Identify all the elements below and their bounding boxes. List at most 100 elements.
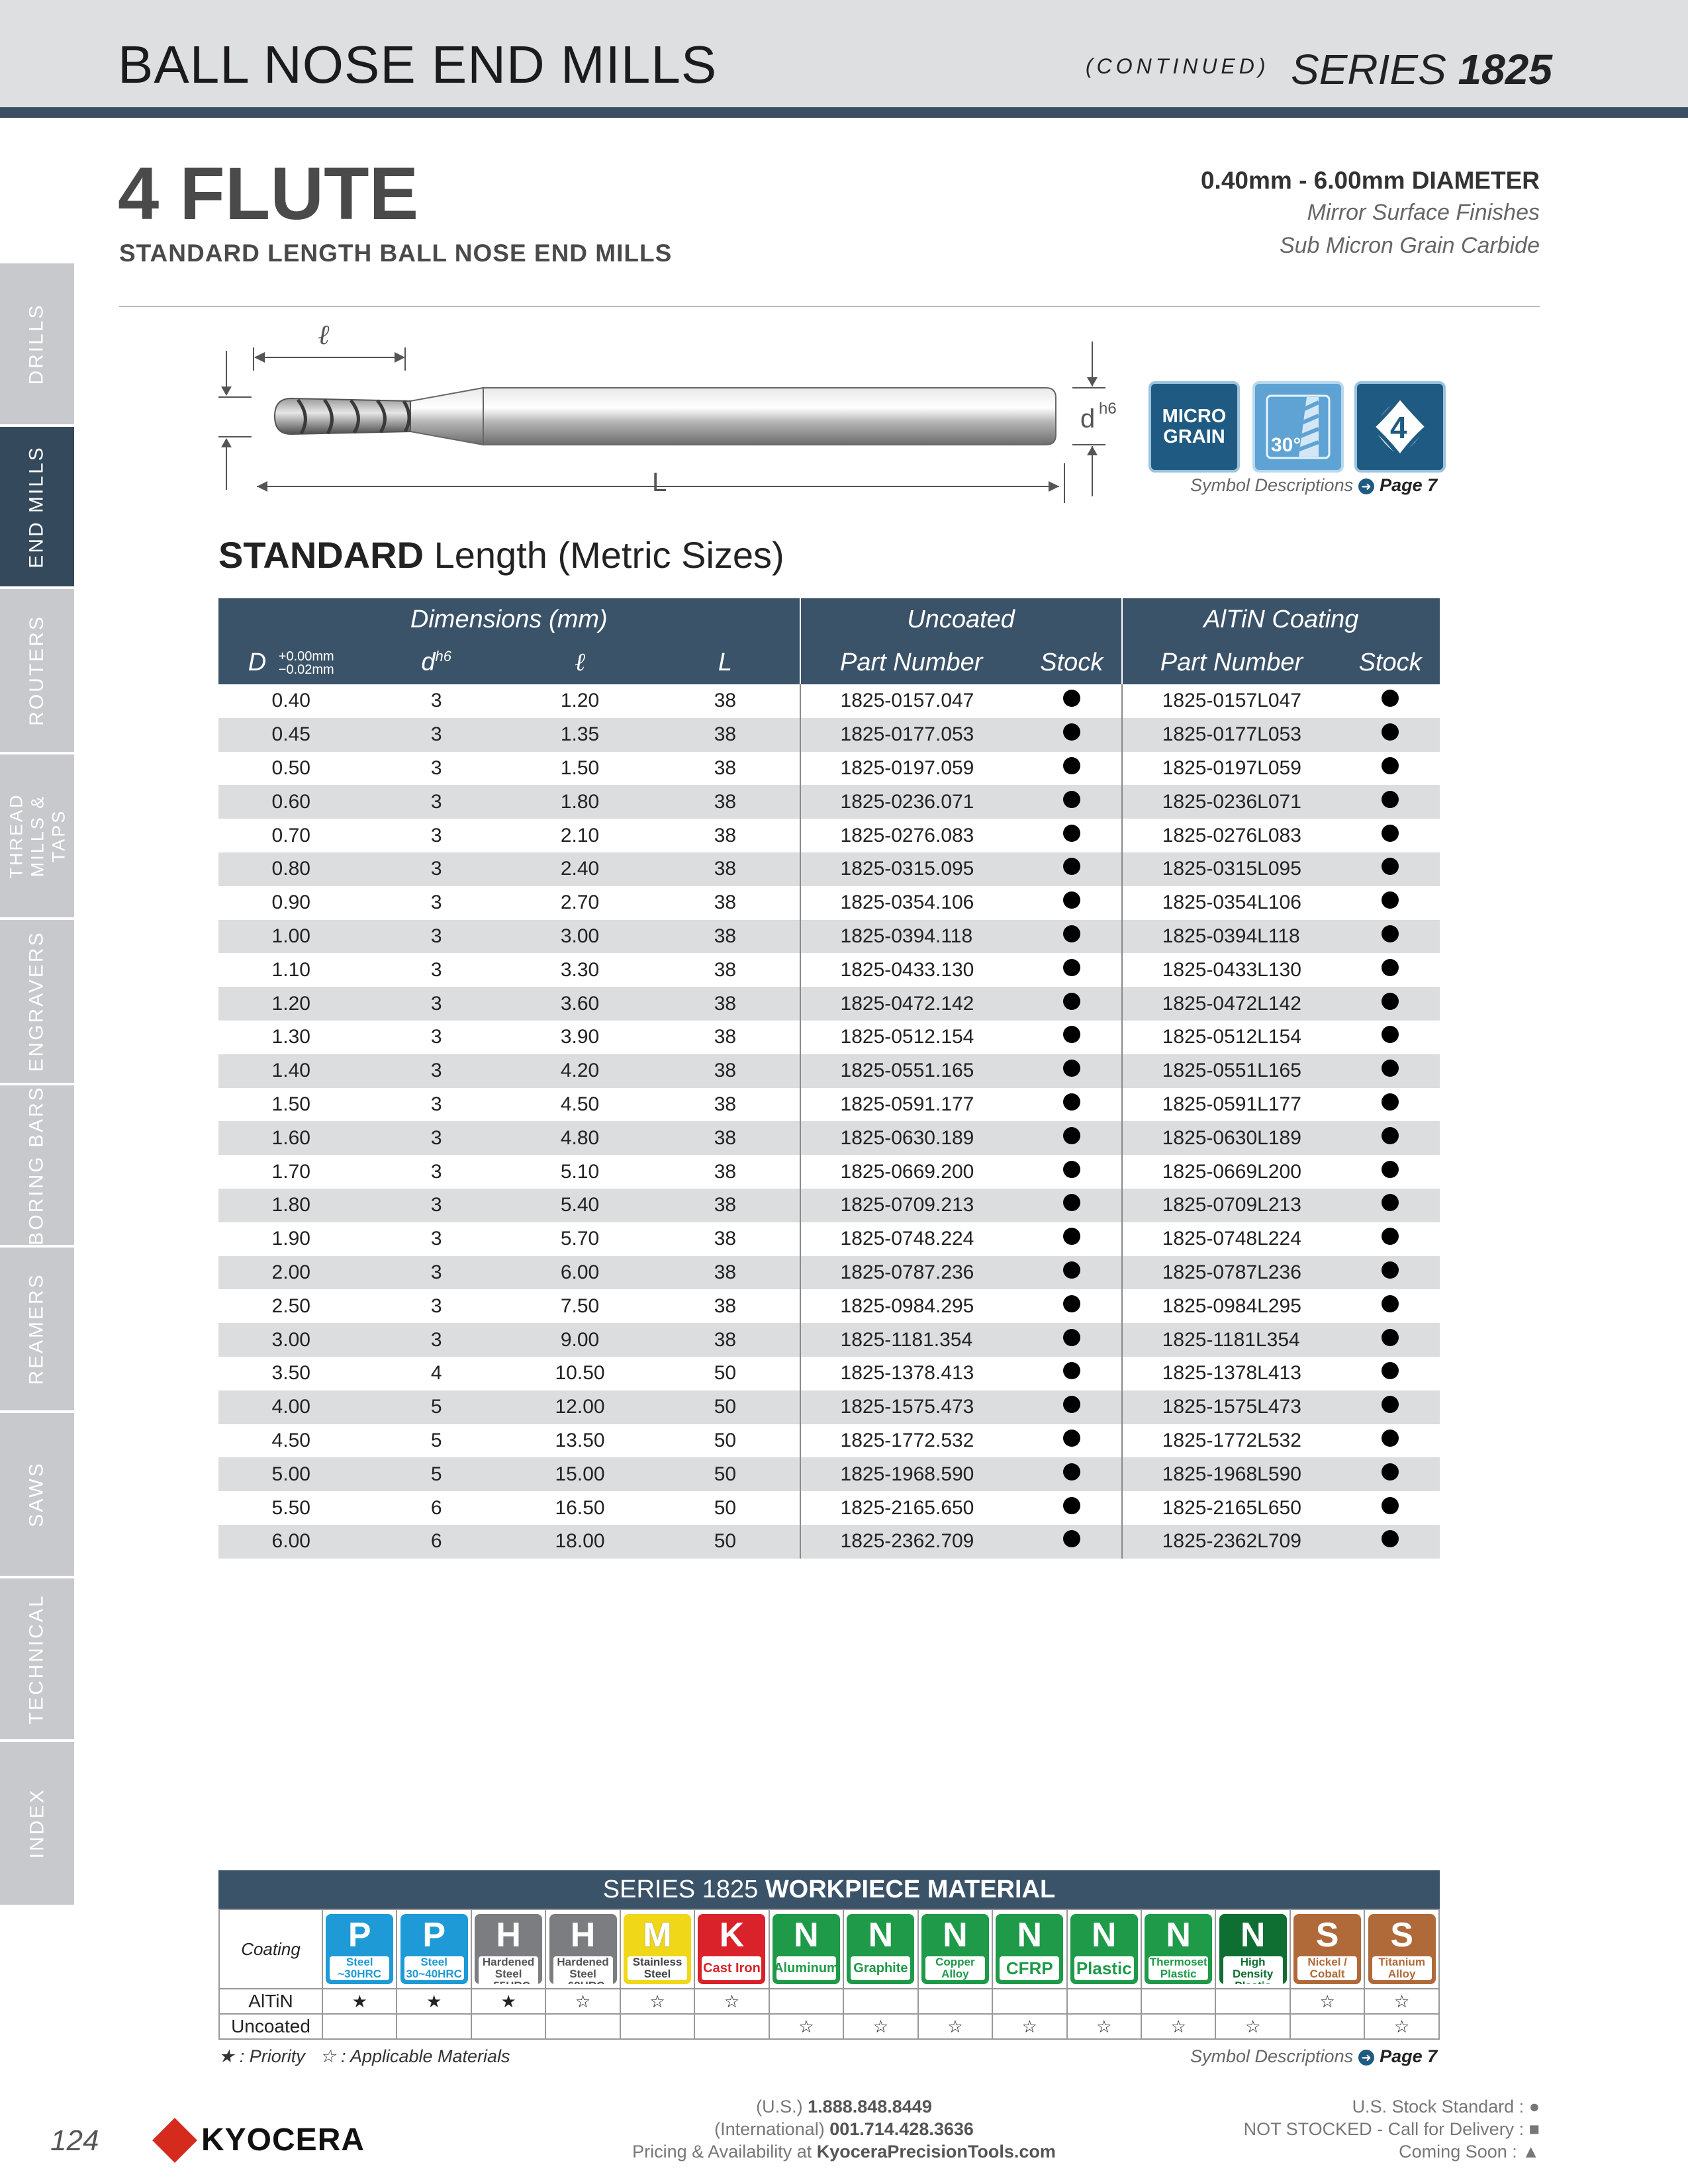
altin-rating xyxy=(992,1988,1068,2015)
cell-part-uncoated: 1825-0748.224 xyxy=(799,1222,1022,1256)
table-row: 0.50 3 1.50 38 1825-0197.059 1825-0197L059 xyxy=(218,751,1440,786)
cell-d: 3 xyxy=(363,819,509,852)
cell-D: 0.70 xyxy=(218,819,364,852)
stock-dot-icon xyxy=(1382,1530,1399,1548)
stock-dot-icon xyxy=(1382,1060,1399,1077)
continued-label: (CONTINUED) xyxy=(1086,54,1270,78)
stock-dot-icon xyxy=(1382,1429,1399,1447)
phone-intl[interactable]: 001.714.428.3636 xyxy=(829,2119,974,2139)
material-letter: H xyxy=(496,1916,521,1954)
uncoated-rating: ☆ xyxy=(1066,2013,1142,2040)
altin-rating xyxy=(1215,1988,1291,2015)
uncoated-rating xyxy=(619,2013,696,2040)
cell-stock-altin xyxy=(1340,1457,1440,1492)
material-legend: ★ : Priority ☆ : Applicable Materials xyxy=(218,2046,510,2066)
stock-dot-icon xyxy=(1382,690,1399,707)
stock-dot-icon xyxy=(1062,1362,1080,1380)
material-cfrp: N CFRP xyxy=(992,1909,1068,1989)
cell-part-altin: 1825-2165L650 xyxy=(1121,1491,1341,1525)
col-header-d: dh6 xyxy=(363,641,509,684)
stock-dot-icon xyxy=(1062,1228,1080,1246)
material-name: Stainless Steel xyxy=(628,1956,688,1980)
table-row: 1.70 3 5.10 38 1825-0669.200 1825-0669L200 xyxy=(218,1155,1440,1189)
cell-stock-uncoated xyxy=(1021,852,1122,886)
side-tab-routers[interactable]: ROUTERS xyxy=(0,589,74,754)
stock-dot-icon xyxy=(1382,1328,1399,1346)
cell-d: 3 xyxy=(363,1255,509,1290)
cell-L: 38 xyxy=(651,1255,800,1290)
product-subtitle: STANDARD LENGTH BALL NOSE END MILLS xyxy=(119,240,673,267)
stock-dot-icon xyxy=(1062,958,1080,976)
cell-l: 16.50 xyxy=(508,1491,651,1525)
table-row: 1.60 3 4.80 38 1825-0630.189 1825-0630L189 xyxy=(218,1121,1440,1156)
cell-L: 38 xyxy=(651,1054,800,1088)
arrow-right-icon: ➜ xyxy=(1358,2049,1375,2066)
table-body: 0.40 3 1.20 38 1825-0157.047 1825-0157L047 0.4… xyxy=(218,684,1440,1559)
material-copper-alloy: N Copper Alloy xyxy=(917,1909,994,1989)
side-tab-end-mills[interactable]: END MILLS xyxy=(0,427,74,589)
symbol-descriptions-link[interactable]: Symbol Descriptions ➜ Page 7 xyxy=(1190,475,1437,496)
table-row: 4.50 5 13.50 50 1825-1772.532 1825-1772L532 xyxy=(218,1424,1440,1458)
symbol-descriptions-link-2[interactable]: Symbol Descriptions ➜ Page 7 xyxy=(1190,2046,1437,2067)
cell-l: 4.20 xyxy=(508,1054,651,1088)
table-title-bold: STANDARD xyxy=(218,534,424,576)
cell-L: 50 xyxy=(651,1356,800,1390)
stock-dot-icon xyxy=(1062,1093,1080,1111)
part-number-table: Dimensions (mm) Uncoated AlTiN Coating D… xyxy=(218,598,1440,1559)
cell-stock-altin xyxy=(1340,1188,1440,1222)
material-letter: N xyxy=(1240,1916,1266,1954)
cell-L: 38 xyxy=(651,1020,800,1054)
altin-rating: ★ xyxy=(396,1988,472,2015)
dim-D-label: D xyxy=(221,318,240,324)
material-letter: N xyxy=(868,1916,894,1954)
cell-stock-uncoated xyxy=(1021,1457,1122,1492)
side-tab-index[interactable]: INDEX xyxy=(0,1742,74,1907)
website-link[interactable]: KyoceraPrecisionTools.com xyxy=(817,2142,1056,2161)
cell-D: 6.00 xyxy=(218,1524,364,1559)
cell-stock-altin xyxy=(1340,751,1440,786)
coming-soon: Coming Soon : ▲ xyxy=(1399,2142,1540,2161)
uncoated-rating: ☆ xyxy=(1215,2013,1291,2040)
cell-part-altin: 1825-0630L189 xyxy=(1121,1121,1341,1156)
symbol-desc-label: Symbol Descriptions xyxy=(1190,475,1354,495)
cell-part-uncoated: 1825-0591.177 xyxy=(799,1087,1022,1122)
phone-us[interactable]: 1.888.848.8449 xyxy=(808,2097,932,2116)
stock-dot-icon xyxy=(1382,1026,1399,1044)
side-tab-engravers[interactable]: ENGRAVERS xyxy=(0,920,74,1085)
cell-stock-uncoated xyxy=(1021,1054,1122,1088)
side-tab-technical[interactable]: TECHNICAL xyxy=(0,1578,74,1742)
side-tab-drills[interactable]: DRILLS xyxy=(0,263,74,427)
cell-L: 50 xyxy=(651,1424,800,1458)
stock-dot-icon xyxy=(1062,992,1080,1010)
cell-part-uncoated: 1825-2362.709 xyxy=(799,1524,1022,1559)
group-header-dimensions: Dimensions (mm) xyxy=(218,598,800,641)
cell-stock-uncoated xyxy=(1021,886,1122,920)
material-letter: K xyxy=(719,1916,745,1954)
cell-part-altin: 1825-1968L590 xyxy=(1121,1457,1341,1492)
cell-l: 2.10 xyxy=(508,819,651,852)
cell-L: 50 xyxy=(651,1524,800,1559)
side-tab-boring-bars[interactable]: BORING BARS xyxy=(0,1085,74,1248)
cell-part-altin: 1825-0177L053 xyxy=(1121,717,1341,752)
cell-L: 38 xyxy=(651,1121,800,1156)
cell-stock-altin xyxy=(1340,1020,1440,1054)
table-row: 3.00 3 9.00 38 1825-1181.354 1825-1181L354 xyxy=(218,1323,1440,1357)
cell-D: 0.45 xyxy=(218,717,364,752)
cell-l: 4.50 xyxy=(508,1087,651,1122)
side-tab-saws[interactable]: SAWS xyxy=(0,1413,74,1578)
cell-d: 3 xyxy=(363,1020,509,1054)
side-tab-reamers[interactable]: REAMERS xyxy=(0,1248,74,1413)
table-row: 5.50 6 16.50 50 1825-2165.650 1825-2165L650 xyxy=(218,1491,1440,1525)
cell-L: 38 xyxy=(651,819,800,852)
table-row: 1.50 3 4.50 38 1825-0591.177 1825-0591L177 xyxy=(218,1087,1440,1122)
table-title: STANDARD Length (Metric Sizes) xyxy=(218,533,784,576)
material-name: Plastic xyxy=(1074,1956,1134,1980)
cell-stock-uncoated xyxy=(1021,819,1122,852)
cell-part-uncoated: 1825-0512.154 xyxy=(799,1020,1022,1054)
cell-part-altin: 1825-0394L118 xyxy=(1121,919,1341,954)
uncoated-rating: ☆ xyxy=(843,2013,919,2040)
stock-dot-icon xyxy=(1382,1126,1399,1144)
side-tab-thread-mills-taps[interactable]: THREAD MILLS & TAPS xyxy=(0,754,74,920)
cell-part-uncoated: 1825-0630.189 xyxy=(799,1121,1022,1156)
cell-stock-uncoated xyxy=(1021,1255,1122,1290)
